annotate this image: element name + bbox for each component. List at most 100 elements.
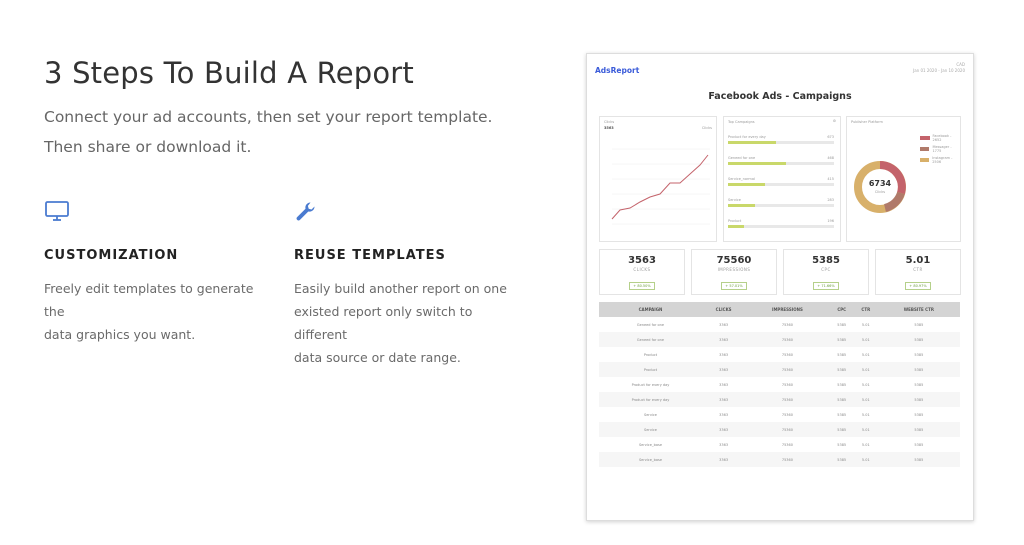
bar-fill [728, 141, 776, 144]
donut-total: 6734 [868, 179, 892, 188]
table-row: Product for every day 3363 75360 5385 5.01 53… [599, 392, 960, 407]
table-cell: 5385 [877, 452, 960, 467]
page-subtitle-line1: Connect your ad accounts, then set your … [44, 108, 493, 126]
bar-value: 283 [827, 198, 834, 202]
table-cell: Product for every day [631, 382, 670, 387]
wrench-icon [294, 200, 318, 228]
monitor-icon [44, 200, 70, 226]
feature-title-customization: CUSTOMIZATION [44, 248, 179, 263]
table-row: Geneed for one 3363 75360 5385 5.01 5385 [599, 332, 960, 347]
table-cell: 75360 [745, 332, 830, 347]
table-cell: Product for every day [599, 392, 702, 407]
bar-fill [728, 225, 744, 228]
table-cell: 5.01 [861, 442, 870, 447]
table-header-cell: CPC [829, 302, 854, 317]
table-row: Product 3363 75360 5385 5.01 5385 [599, 347, 960, 362]
page-subtitle-line2: Then share or download it. [44, 138, 252, 156]
table-cell: 5385 [829, 452, 854, 467]
table-cell: 3363 [719, 322, 729, 327]
table-cell: 5.01 [853, 362, 878, 377]
table-cell: 5385 [914, 322, 924, 327]
top-campaigns-panel: Top Campaigns ⚙ Product for every day 673… [723, 116, 841, 242]
report-preview: AdsReport CAD Jan 01 2020 - Jan 10 2020 … [586, 53, 974, 521]
table-cell: 5.01 [853, 392, 878, 407]
table-header-cell: WEBSITE CTR [877, 302, 960, 317]
table-cell: 5385 [914, 442, 924, 447]
table-cell: 5385 [877, 362, 960, 377]
table-cell: 5385 [914, 382, 924, 387]
table-cell: 5385 [837, 382, 847, 387]
table-cell: 5385 [829, 392, 854, 407]
table-row: Geneed for one 3363 75360 5385 5.01 5385 [599, 317, 960, 332]
table-cell: 3363 [701, 422, 746, 437]
table-cell: 75360 [781, 412, 793, 417]
table-cell: 3363 [719, 382, 729, 387]
table-cell: Service [644, 412, 657, 417]
table-cell: Service_base [638, 442, 662, 447]
bar-track [728, 162, 834, 165]
table-row: Product for every day 3363 75360 5385 5.01 53… [599, 377, 960, 392]
settings-icon[interactable]: ⚙ [833, 119, 836, 123]
table-cell: Product [599, 362, 702, 377]
table-cell: 5385 [829, 332, 854, 347]
report-brand-logo: AdsReport [595, 66, 640, 75]
table-cell: 5385 [877, 422, 960, 437]
publisher-platform-panel: Publisher Platform Facebook - 2652 Messa… [846, 116, 961, 242]
table-cell: Geneed for one [599, 332, 702, 347]
table-cell: 5385 [914, 412, 924, 417]
kpi-change-badge: + 57.01% [721, 282, 747, 290]
table-cell: Service_base [599, 452, 702, 467]
table-cell: 75360 [745, 392, 830, 407]
bar-label: Product [728, 219, 742, 223]
table-cell: 75360 [745, 362, 830, 377]
table-cell: 5.01 [853, 452, 878, 467]
table-row: Service_base 3363 75360 5385 5.01 5385 [599, 452, 960, 467]
table-cell: 75360 [781, 322, 793, 327]
bar-value: 415 [827, 177, 834, 181]
campaign-bar-row: Geneed for one 468 [728, 156, 834, 165]
bar-track [728, 204, 834, 207]
campaign-bar-row: Product 196 [728, 219, 834, 228]
kpi-ctr: 5.01 CTR + 80.97% [875, 249, 961, 295]
table-header-cell: IMPRESSIONS [745, 302, 830, 317]
table-header-cell: CAMPAIGN [599, 302, 702, 317]
table-cell: 3363 [719, 352, 729, 357]
table-header-cell: CLICKS [701, 302, 746, 317]
feature-desc-customization: Freely edit templates to generate the da… [44, 281, 254, 342]
campaign-bar-row: Product for every day 673 [728, 135, 834, 144]
campaign-bar-row: Service_normal 415 [728, 177, 834, 186]
kpi-cpc: 5385 CPC + 71.66% [783, 249, 869, 295]
bar-track [728, 225, 834, 228]
table-cell: 5.01 [861, 382, 870, 387]
bar-value: 468 [827, 156, 834, 160]
bar-track [728, 141, 834, 144]
kpi-clicks: 3563 CLICKS + 80.50% [599, 249, 685, 295]
bar-label: Product for every day [728, 135, 766, 139]
table-row: Service_base 3363 75360 5385 5.01 5385 [599, 437, 960, 452]
feature-title-reuse-templates: REUSE TEMPLATES [294, 248, 446, 263]
bar-label: Geneed for one [728, 156, 756, 160]
table-cell: 3363 [701, 452, 746, 467]
kpi-change-badge: + 80.97% [905, 282, 931, 290]
bar-value: 196 [827, 219, 834, 223]
clicks-line-chart [611, 148, 710, 225]
table-cell: 75360 [745, 422, 830, 437]
donut-total-label: Clicks [874, 190, 886, 194]
table-cell: 75360 [781, 442, 793, 447]
table-cell: 3363 [701, 392, 746, 407]
bar-value: 673 [827, 135, 834, 139]
bar-label: Service [728, 198, 741, 202]
bar-fill [728, 183, 766, 186]
table-cell: 75360 [781, 382, 793, 387]
campaign-bar-row: Service 283 [728, 198, 834, 207]
table-row: Product 3363 75360 5385 5.01 5385 [599, 362, 960, 377]
table-cell: 5.01 [853, 422, 878, 437]
table-header-cell: CTR [853, 302, 878, 317]
table-cell: 75360 [745, 452, 830, 467]
table-cell: 75360 [781, 352, 793, 357]
table-cell: 5.01 [853, 332, 878, 347]
table-cell: 5385 [837, 352, 847, 357]
table-cell: 5385 [877, 392, 960, 407]
table-cell: 3363 [719, 442, 729, 447]
report-title: Facebook Ads - Campaigns [708, 91, 852, 102]
